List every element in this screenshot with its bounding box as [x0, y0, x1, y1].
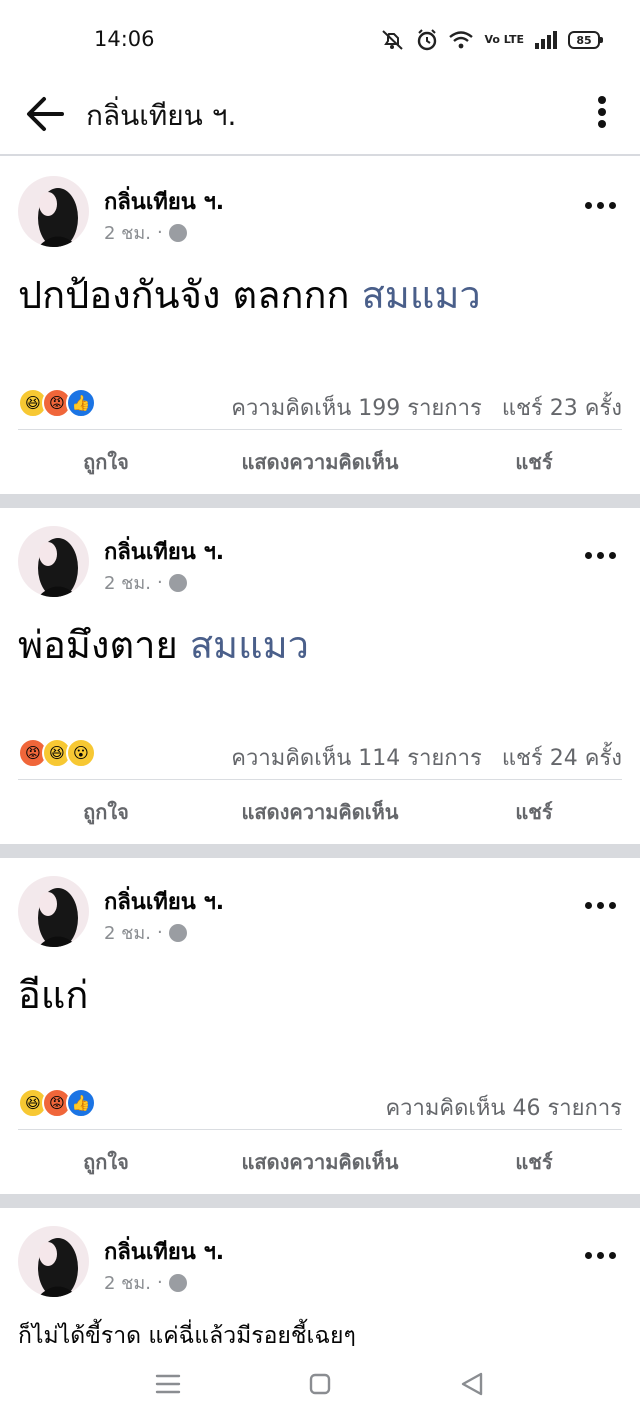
comment-count[interactable]: ความคิดเห็น 46 รายการ	[385, 1090, 622, 1125]
post-actions: ถูกใจ แสดงความคิดเห็น แชร์	[0, 430, 640, 494]
post-meta: 2 ชม. ·	[104, 568, 187, 597]
like-reaction-icon: 👍	[66, 388, 96, 418]
alarm-icon	[418, 29, 437, 51]
share-button[interactable]: แชร์	[428, 796, 640, 828]
mention-tag[interactable]: สมแมว	[190, 623, 309, 667]
feed: กลิ่นเทียน ฯ. 2 ชม. · ปกป้องกันจัง ตลกกก…	[0, 158, 640, 1352]
post-actions: ถูกใจ แสดงความคิดเห็น แชร์	[0, 780, 640, 844]
post-divider	[0, 494, 640, 508]
reaction-summary[interactable]: 😆 😡 👍	[18, 388, 96, 418]
avatar[interactable]	[18, 876, 89, 947]
back-triangle-icon[interactable]	[456, 1368, 488, 1400]
back-button[interactable]	[20, 90, 68, 138]
status-bar: 14:06 Vo LTE 85	[0, 0, 640, 78]
wow-reaction-icon: 😮	[66, 738, 96, 768]
more-horizontal-icon[interactable]	[585, 552, 616, 559]
battery-icon: 85	[568, 31, 603, 49]
reaction-summary[interactable]: 😡 😆 😮	[18, 738, 96, 768]
system-nav-bar	[0, 1346, 640, 1422]
page-title: กลิ่นเทียน ฯ.	[86, 99, 237, 132]
post: กลิ่นเทียน ฯ. 2 ชม. · อีแก่ 😆 😡 👍 ความคิ…	[0, 858, 640, 1194]
post-divider	[0, 844, 640, 858]
share-button[interactable]: แชร์	[428, 1146, 640, 1178]
post-text: พ่อมึงตาย สมแมว	[18, 623, 309, 667]
meta-dot: ·	[156, 1272, 163, 1293]
post: กลิ่นเทียน ฯ. 2 ชม. · พ่อมึงตาย สมแมว 😡 …	[0, 508, 640, 844]
more-horizontal-icon[interactable]	[585, 902, 616, 909]
share-count[interactable]: แชร์ 23 ครั้ง	[502, 390, 622, 425]
post-time: 2 ชม.	[104, 1273, 151, 1294]
avatar[interactable]	[18, 1226, 89, 1297]
globe-icon	[168, 1273, 187, 1292]
post-meta: 2 ชม. ·	[104, 218, 187, 247]
comment-count[interactable]: ความคิดเห็น 114 รายการ	[231, 740, 482, 775]
more-vertical-icon[interactable]	[592, 92, 612, 132]
post-author[interactable]: กลิ่นเทียน ฯ.	[104, 534, 224, 569]
reaction-summary[interactable]: 😆 😡 👍	[18, 1088, 96, 1118]
volte-icon: Vo LTE	[484, 33, 524, 46]
mention-tag[interactable]: สมแมว	[362, 273, 481, 317]
post-actions: ถูกใจ แสดงความคิดเห็น แชร์	[0, 1130, 640, 1194]
status-icons: Vo LTE 85	[380, 28, 603, 52]
post-header: กลิ่นเทียน ฯ. 2 ชม. ·	[0, 858, 640, 950]
comment-button[interactable]: แสดงความคิดเห็น	[212, 446, 428, 478]
back-arrow-icon	[27, 97, 64, 131]
like-button[interactable]: ถูกใจ	[0, 446, 212, 478]
post-stats: 😡 😆 😮 ความคิดเห็น 114 รายการ แชร์ 24 ครั…	[18, 728, 622, 780]
post-author[interactable]: กลิ่นเทียน ฯ.	[104, 884, 224, 919]
meta-dot: ·	[156, 222, 163, 243]
post-stats: 😆 😡 👍 ความคิดเห็น 199 รายการ แชร์ 23 ครั…	[18, 378, 622, 430]
menu-icon[interactable]	[152, 1368, 184, 1400]
post-header: กลิ่นเทียน ฯ. 2 ชม. ·	[0, 508, 640, 600]
post-time: 2 ชม.	[104, 573, 151, 594]
meta-dot: ·	[156, 572, 163, 593]
like-reaction-icon: 👍	[66, 1088, 96, 1118]
app-header: กลิ่นเทียน ฯ.	[0, 78, 640, 156]
post-meta: 2 ชม. ·	[104, 1268, 187, 1297]
comment-button[interactable]: แสดงความคิดเห็น	[212, 796, 428, 828]
share-count[interactable]: แชร์ 24 ครั้ง	[502, 740, 622, 775]
post-header: กลิ่นเทียน ฯ. 2 ชม. ·	[0, 158, 640, 250]
like-button[interactable]: ถูกใจ	[0, 1146, 212, 1178]
post-time: 2 ชม.	[104, 223, 151, 244]
home-square-icon[interactable]	[304, 1368, 336, 1400]
more-horizontal-icon[interactable]	[585, 1252, 616, 1259]
share-button[interactable]: แชร์	[428, 446, 640, 478]
globe-icon	[168, 923, 187, 942]
post-time: 2 ชม.	[104, 923, 151, 944]
status-time: 14:06	[94, 27, 155, 51]
post-text: อีแก่	[18, 973, 89, 1017]
post: กลิ่นเทียน ฯ. 2 ชม. · ก็ไม่ได้ขี้ราด แค่…	[0, 1208, 640, 1352]
globe-icon	[168, 573, 187, 592]
signal-icon	[535, 31, 557, 49]
post-divider	[0, 1194, 640, 1208]
post-text: ก็ไม่ได้ขี้ราด แค่ฉี่แล้วมีรอยชี้เฉยๆ	[18, 1323, 356, 1349]
like-button[interactable]: ถูกใจ	[0, 796, 212, 828]
post-text: ปกป้องกันจัง ตลกกก สมแมว	[18, 273, 481, 317]
meta-dot: ·	[156, 922, 163, 943]
post-author[interactable]: กลิ่นเทียน ฯ.	[104, 184, 224, 219]
globe-icon	[168, 223, 187, 242]
post-header: กลิ่นเทียน ฯ. 2 ชม. ·	[0, 1208, 640, 1300]
post-stats: 😆 😡 👍 ความคิดเห็น 46 รายการ	[18, 1078, 622, 1130]
post: กลิ่นเทียน ฯ. 2 ชม. · ปกป้องกันจัง ตลกกก…	[0, 158, 640, 494]
comment-button[interactable]: แสดงความคิดเห็น	[212, 1146, 428, 1178]
avatar[interactable]	[18, 176, 89, 247]
wifi-icon	[449, 31, 474, 49]
post-meta: 2 ชม. ·	[104, 918, 187, 947]
more-horizontal-icon[interactable]	[585, 202, 616, 209]
mute-icon	[382, 30, 404, 50]
comment-count[interactable]: ความคิดเห็น 199 รายการ	[231, 390, 482, 425]
avatar[interactable]	[18, 526, 89, 597]
post-author[interactable]: กลิ่นเทียน ฯ.	[104, 1234, 224, 1269]
